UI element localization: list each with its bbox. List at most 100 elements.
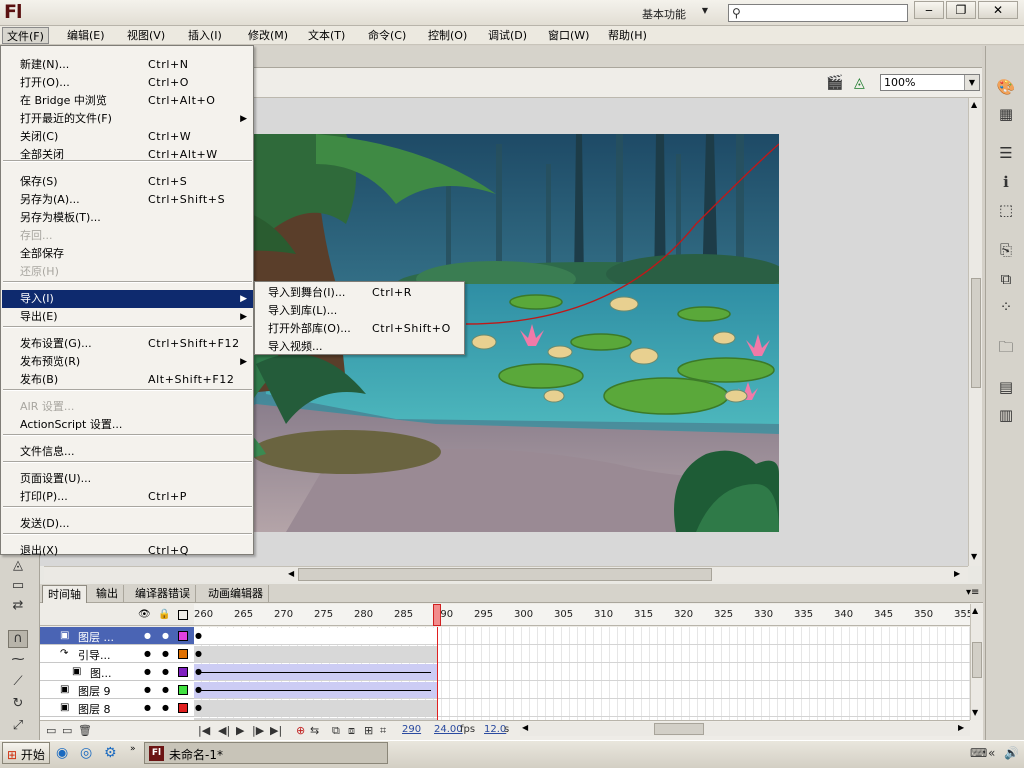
layer-outline-color[interactable]: [178, 631, 188, 641]
scroll-up-icon[interactable]: ▲: [972, 606, 978, 615]
frame-row[interactable]: ●: [194, 627, 970, 645]
timeline-horizontal-scrollbar[interactable]: ◀ ▶: [520, 722, 970, 736]
file-menu-item[interactable]: 另存为模板(T)...: [2, 209, 253, 227]
new-folder-icon[interactable]: ▭: [62, 724, 72, 737]
play-icon[interactable]: ▶: [236, 724, 244, 737]
outline-icon[interactable]: [178, 610, 188, 620]
layer-outline-color[interactable]: [178, 685, 188, 695]
scroll-down-icon[interactable]: ▼: [972, 708, 978, 717]
frame-row[interactable]: ●: [194, 663, 970, 681]
chrome-icon[interactable]: ◉: [56, 745, 68, 761]
layer-row[interactable]: ▣ 图层 8 ● ●: [40, 699, 194, 717]
file-menu-item[interactable]: 发布预览(R) ▶: [2, 353, 253, 371]
swap-colors-icon[interactable]: ⇄: [8, 598, 28, 616]
code-snippets-icon[interactable]: ⎘: [995, 239, 1017, 261]
layer-name[interactable]: 图层 ...: [78, 629, 114, 645]
scale-icon[interactable]: ⤢: [8, 718, 28, 736]
info-icon[interactable]: ℹ: [995, 171, 1017, 193]
layer-name[interactable]: 引导...: [78, 647, 111, 663]
scroll-left-icon[interactable]: ◀: [522, 723, 528, 732]
new-layer-icon[interactable]: ▭: [46, 724, 56, 737]
keyframe-icon[interactable]: ●: [195, 649, 202, 658]
stage-horizontal-scrollbar[interactable]: ◀ ▶: [44, 566, 968, 582]
minimize-button[interactable]: ‒: [914, 1, 944, 19]
visibility-dot[interactable]: ●: [162, 703, 169, 712]
onion-skin-icon[interactable]: ⧉: [332, 724, 340, 738]
volume-icon[interactable]: 🔊: [1004, 746, 1019, 760]
frame-rate[interactable]: 24.00: [434, 724, 463, 735]
import-menu-item[interactable]: 导入到舞台(I)... Ctrl+R: [256, 284, 464, 302]
properties-icon[interactable]: ▤: [995, 376, 1017, 398]
tray-expand-icon[interactable]: «: [988, 746, 995, 760]
menu-window[interactable]: 窗口(W): [544, 27, 593, 44]
static-frame-span[interactable]: [194, 628, 438, 644]
file-menu-item[interactable]: ActionScript 设置...: [2, 416, 253, 434]
file-menu-item[interactable]: 在 Bridge 中浏览 Ctrl+Alt+O: [2, 92, 253, 110]
onion-markers-icon[interactable]: ⌗: [380, 724, 386, 738]
scroll-right-icon[interactable]: ▶: [958, 723, 964, 732]
menu-commands[interactable]: 命令(C): [364, 27, 410, 44]
help-search-input[interactable]: ⚲: [728, 4, 908, 22]
layer-row[interactable]: ↷ 引导... ● ●: [40, 645, 194, 663]
quicklaunch-more-icon[interactable]: »: [130, 744, 136, 754]
frame-row[interactable]: ●: [194, 681, 970, 699]
rotate-icon[interactable]: ↻: [8, 696, 28, 714]
menu-help[interactable]: 帮助(H): [604, 27, 651, 44]
file-menu-item[interactable]: 关闭(C) Ctrl+W: [2, 128, 253, 146]
align-icon[interactable]: ☰: [995, 142, 1017, 164]
keyboard-icon[interactable]: ⌨: [970, 746, 987, 760]
frame-grid[interactable]: ●●●●●●: [194, 627, 970, 720]
visibility-dot[interactable]: ●: [144, 649, 151, 658]
edit-scene-icon[interactable]: 🎬: [826, 75, 843, 91]
scroll-thumb[interactable]: [298, 568, 712, 581]
taskbar-app-flash[interactable]: Fl 未命名-1*: [144, 742, 388, 764]
layer-name[interactable]: 图层 8: [78, 701, 111, 717]
project-icon[interactable]: 🗀: [995, 336, 1017, 358]
scroll-left-icon[interactable]: ◀: [288, 569, 294, 578]
smooth-icon[interactable]: ⁓: [8, 652, 28, 670]
current-frame[interactable]: 290: [402, 724, 421, 735]
library-icon[interactable]: ▥: [995, 404, 1017, 426]
menu-text[interactable]: 文本(T): [304, 27, 349, 44]
file-menu-item[interactable]: 发布(B) Alt+Shift+F12: [2, 371, 253, 389]
visibility-dot[interactable]: ●: [144, 685, 151, 694]
components-icon[interactable]: ⧉: [995, 268, 1017, 290]
frame-ruler[interactable]: 260 265 270 275 280 285 290 295 300 305 310 315 320 3…: [194, 604, 973, 626]
paint-bucket-icon[interactable]: ◬: [8, 558, 28, 576]
motion-tween-span[interactable]: [194, 664, 438, 680]
visibility-dot[interactable]: ●: [162, 667, 169, 676]
visibility-dot[interactable]: ●: [144, 667, 151, 676]
first-frame-icon[interactable]: |◀: [198, 724, 210, 737]
frame-row[interactable]: ●: [194, 645, 970, 663]
file-menu-item[interactable]: 文件信息...: [2, 443, 253, 461]
visibility-dot[interactable]: ●: [144, 631, 151, 640]
keyframe-icon[interactable]: ●: [195, 667, 202, 676]
scroll-thumb[interactable]: [971, 278, 981, 388]
lock-icon[interactable]: 🔒: [158, 609, 170, 620]
layer-outline-color[interactable]: [178, 667, 188, 677]
layer-outline-color[interactable]: [178, 703, 188, 713]
transform-icon[interactable]: ⬚: [995, 199, 1017, 221]
playhead[interactable]: [433, 604, 441, 626]
menu-view[interactable]: 视图(V): [123, 27, 169, 44]
static-frame-span[interactable]: [194, 646, 438, 662]
menu-edit[interactable]: 编辑(E): [63, 27, 109, 44]
keyframe-icon[interactable]: ●: [195, 703, 202, 712]
eye-icon[interactable]: 👁: [138, 609, 151, 620]
layer-name[interactable]: 图层 9: [78, 683, 111, 699]
fill-color-icon[interactable]: ▭: [8, 578, 28, 596]
keyframe-icon[interactable]: ●: [195, 631, 202, 640]
file-menu-item[interactable]: 退出(X) Ctrl+Q: [2, 542, 253, 560]
file-menu-item[interactable]: 导出(E) ▶: [2, 308, 253, 326]
layer-outline-color[interactable]: [178, 649, 188, 659]
panel-menu-icon[interactable]: ▾≡: [966, 587, 979, 598]
static-frame-span[interactable]: [194, 700, 438, 716]
file-menu-item[interactable]: 新建(N)... Ctrl+N: [2, 56, 253, 74]
menu-insert[interactable]: 插入(I): [184, 27, 226, 44]
settings-icon[interactable]: ⚙: [104, 745, 117, 761]
file-menu-item[interactable]: 发布设置(G)... Ctrl+Shift+F12: [2, 335, 253, 353]
scroll-right-icon[interactable]: ▶: [954, 569, 960, 578]
layer-row[interactable]: ▣ 图... ● ●: [40, 663, 194, 681]
file-menu-item[interactable]: 另存为(A)... Ctrl+Shift+S: [2, 191, 253, 209]
scroll-up-icon[interactable]: ▲: [971, 100, 977, 109]
